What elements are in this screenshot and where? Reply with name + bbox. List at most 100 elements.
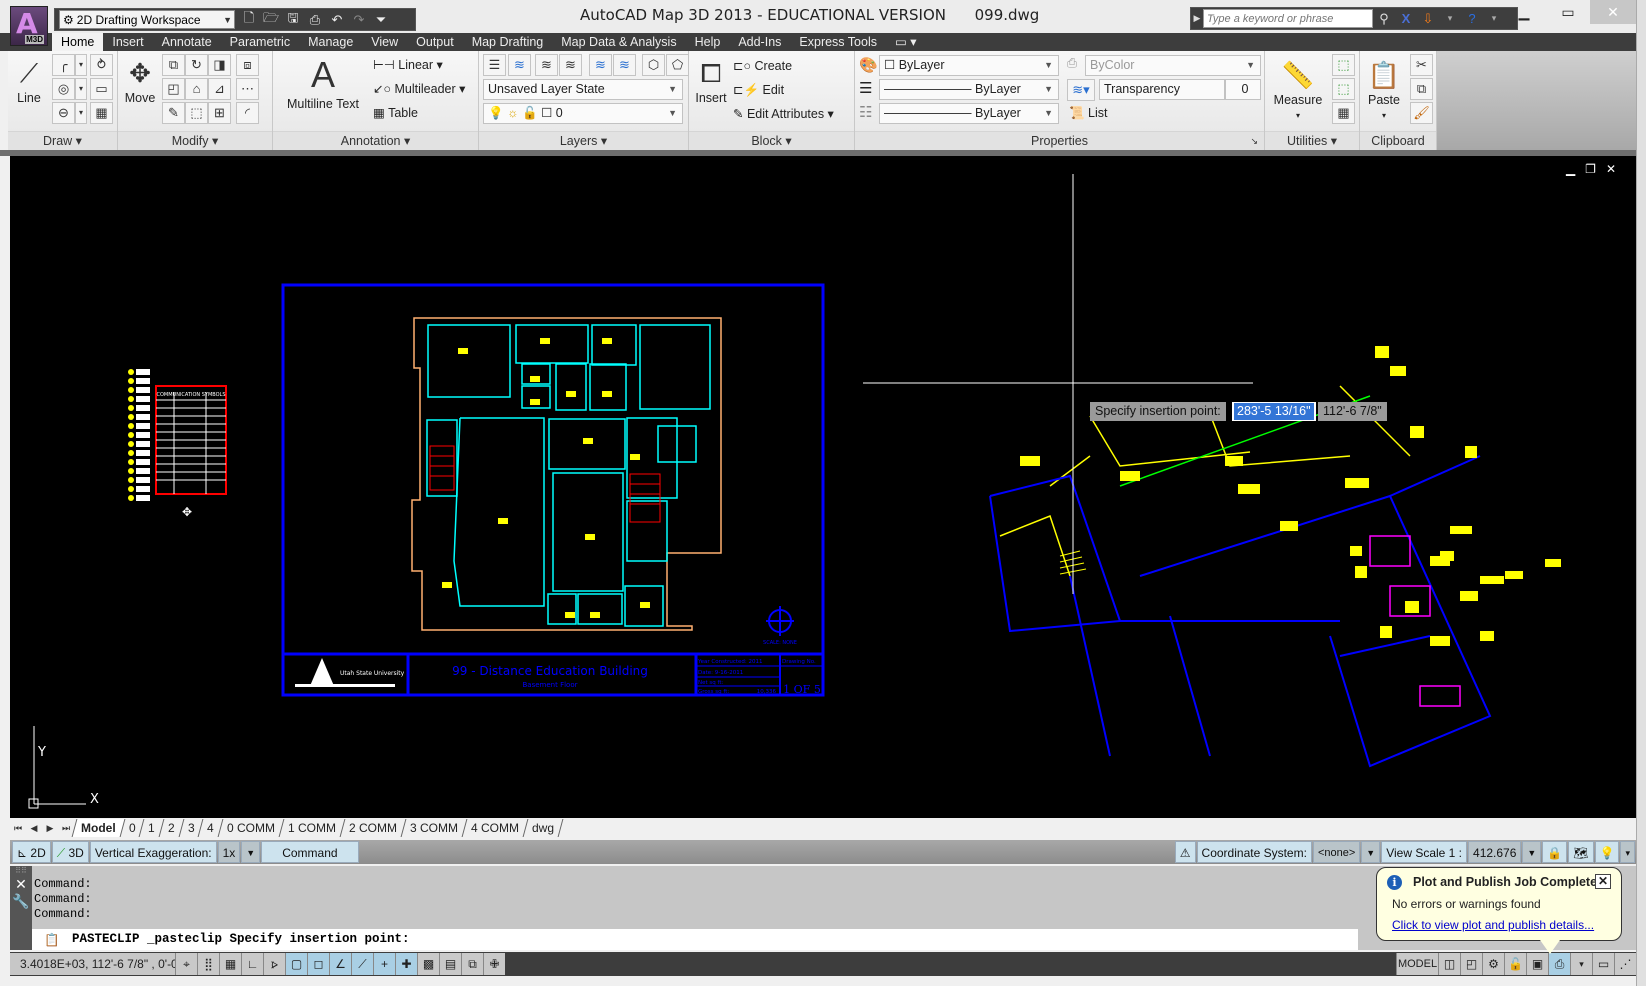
- panel-title-block[interactable]: Block ▾: [689, 131, 854, 150]
- layer-dropdown[interactable]: 💡 ☼ 🔓 ☐ 0 ▼: [483, 103, 683, 124]
- edit-attributes-button[interactable]: ✎ Edit Attributes ▾: [733, 106, 834, 121]
- save-icon[interactable]: 🖫: [285, 9, 301, 31]
- open-icon[interactable]: 🗁: [263, 9, 279, 31]
- lightbulb-icon[interactable]: 💡: [1594, 841, 1620, 863]
- multiline-text-button[interactable]: A Multiline Text: [281, 53, 365, 111]
- expand-icon[interactable]: ▶: [1191, 13, 1203, 24]
- layout-tab[interactable]: dwg: [522, 819, 564, 837]
- chevron-down-icon[interactable]: ▾: [1570, 953, 1592, 975]
- tab-insert[interactable]: Insert: [103, 33, 152, 51]
- quick-view-layouts-icon[interactable]: ◫: [1438, 953, 1460, 975]
- chevron-down-icon[interactable]: ▼: [241, 841, 261, 863]
- rect-array-icon[interactable]: ⊞: [208, 102, 231, 124]
- tab-annotate[interactable]: Annotate: [153, 33, 221, 51]
- plot-style-dropdown[interactable]: ByColor ▼: [1085, 55, 1261, 76]
- tab-manage[interactable]: Manage: [299, 33, 362, 51]
- copy-clip-icon[interactable]: ⧉: [1410, 78, 1433, 100]
- dyn-icon[interactable]: +: [373, 953, 395, 975]
- first-tab-icon[interactable]: ⏮: [10, 823, 26, 834]
- erase-icon[interactable]: ✎: [162, 102, 185, 124]
- multileader-button[interactable]: ↙○ Multileader ▾: [373, 81, 465, 96]
- tab-parametric[interactable]: Parametric: [221, 33, 299, 51]
- next-tab-icon[interactable]: ▶: [42, 823, 58, 834]
- transparency-value[interactable]: 0: [1225, 79, 1261, 100]
- plot-icon[interactable]: ⎙: [307, 12, 323, 28]
- layout-tab[interactable]: 1 COMM: [278, 819, 345, 837]
- annotation-monitor-icon[interactable]: ✙: [483, 953, 505, 975]
- scale-icon[interactable]: ◰: [162, 78, 185, 100]
- command-toggle[interactable]: Command: [261, 841, 359, 863]
- tab-add-ins[interactable]: Add-Ins: [729, 33, 790, 51]
- hardware-accel-icon[interactable]: ▣: [1526, 953, 1548, 975]
- tab-output[interactable]: Output: [407, 33, 463, 51]
- new-icon[interactable]: 🗋: [241, 9, 257, 31]
- layer-state-dropdown[interactable]: Unsaved Layer State ▼: [483, 79, 683, 100]
- polar-icon[interactable]: ⦠: [263, 953, 285, 975]
- break-icon[interactable]: ⋯: [236, 78, 259, 100]
- command-input[interactable]: 📋 PASTECLIP _pasteclip Specify insertion…: [32, 929, 1358, 950]
- workspace-switch-icon[interactable]: ⚙: [1482, 953, 1504, 975]
- layout-tab[interactable]: 3 COMM: [400, 819, 467, 837]
- chevron-down-icon[interactable]: ▾: [75, 78, 87, 100]
- tab-map-drafting[interactable]: Map Drafting: [463, 33, 553, 51]
- ortho-icon[interactable]: ∟: [241, 953, 263, 975]
- copy-icon[interactable]: ⧉: [162, 54, 185, 76]
- ellipse-icon[interactable]: ⊖: [52, 102, 75, 124]
- dynamic-input-x[interactable]: 283'-5 13/16": [1232, 402, 1316, 421]
- tab-home[interactable]: Home: [52, 33, 104, 51]
- coordinate-readout[interactable]: 3.4018E+03, 112'-6 7/8" , 0'-0": [10, 953, 182, 975]
- close-icon[interactable]: ✕: [10, 876, 32, 893]
- rotate-icon[interactable]: ↻: [185, 54, 208, 76]
- binoculars-icon[interactable]: ⚲: [1373, 11, 1395, 27]
- layer-match-icon[interactable]: ≋: [535, 54, 558, 76]
- stretch-icon[interactable]: ⌂: [185, 78, 208, 100]
- layout-tab[interactable]: 2 COMM: [339, 819, 406, 837]
- list-button[interactable]: 📜 List: [1069, 106, 1108, 121]
- measure-button[interactable]: 📏 Measure ▾: [1271, 57, 1325, 121]
- transparency-toggle-icon[interactable]: ▩: [417, 953, 439, 975]
- layer-freeze-icon[interactable]: ⬡: [642, 54, 665, 76]
- last-tab-icon[interactable]: ⏭: [58, 823, 74, 834]
- model-toggle[interactable]: MODEL: [1396, 953, 1438, 975]
- exchange-icon[interactable]: X: [1395, 11, 1417, 26]
- lineweight-dropdown[interactable]: ——————— ByLayer ▼: [879, 79, 1059, 100]
- layout-tab[interactable]: 4 COMM: [461, 819, 528, 837]
- layer-unisolate-icon[interactable]: ≋: [613, 54, 636, 76]
- mode-2d-button[interactable]: ⊾ 2D: [12, 841, 51, 863]
- edit-block-button[interactable]: ⊏⚡ Edit: [733, 82, 784, 98]
- workspace-dropdown[interactable]: ⚙ 2D Drafting Workspace ▼: [59, 10, 235, 29]
- otrack-icon[interactable]: ∠: [329, 953, 351, 975]
- calculator-icon[interactable]: ▦: [1332, 102, 1355, 124]
- linear-dimension-button[interactable]: ⊢⊣ Linear ▾: [373, 57, 443, 72]
- rectangle-icon[interactable]: ▭: [90, 78, 113, 100]
- 3d-osnap-icon[interactable]: ◻: [307, 953, 329, 975]
- paste-button[interactable]: 📋 Paste ▾: [1364, 57, 1404, 121]
- panel-title-modify[interactable]: Modify ▾: [118, 131, 272, 150]
- tab-help[interactable]: Help: [686, 33, 730, 51]
- panel-title-layers[interactable]: Layers ▾: [479, 131, 688, 150]
- trim-icon[interactable]: ◨: [208, 54, 231, 76]
- chevron-down-icon[interactable]: ▼: [1361, 841, 1381, 863]
- lineweight-toggle-icon[interactable]: ✚: [395, 953, 417, 975]
- quick-view-drawings-icon[interactable]: ◰: [1460, 953, 1482, 975]
- circle-icon[interactable]: ◎: [52, 78, 75, 100]
- dynamic-input-y[interactable]: 112'-6 7/8": [1318, 402, 1387, 421]
- insert-button[interactable]: ⧠ Insert: [693, 55, 729, 105]
- search-input[interactable]: [1203, 9, 1373, 28]
- hatch-icon[interactable]: ▦: [90, 102, 113, 124]
- layer-previous-icon[interactable]: ≋: [559, 54, 582, 76]
- chevron-down-icon[interactable]: ▾: [75, 102, 87, 124]
- array-icon[interactable]: ⧈: [236, 54, 259, 76]
- transparency-icon[interactable]: ≋▾: [1067, 79, 1095, 101]
- customize-icon[interactable]: ⏷: [373, 12, 389, 28]
- quick-select-icon[interactable]: ⬚: [1332, 54, 1355, 76]
- quick-properties-icon[interactable]: ▤: [439, 953, 461, 975]
- redo-icon[interactable]: ↷: [351, 12, 367, 28]
- explode-icon[interactable]: ⬚: [185, 102, 208, 124]
- table-button[interactable]: ▦ Table: [373, 105, 418, 120]
- resize-grip-icon[interactable]: ⋰: [1614, 953, 1636, 975]
- spline-icon[interactable]: ⥁: [90, 54, 113, 76]
- prev-tab-icon[interactable]: ◀: [26, 823, 42, 834]
- layer-state-icon[interactable]: ≋: [508, 54, 531, 76]
- osnap-icon[interactable]: ▢: [285, 953, 307, 975]
